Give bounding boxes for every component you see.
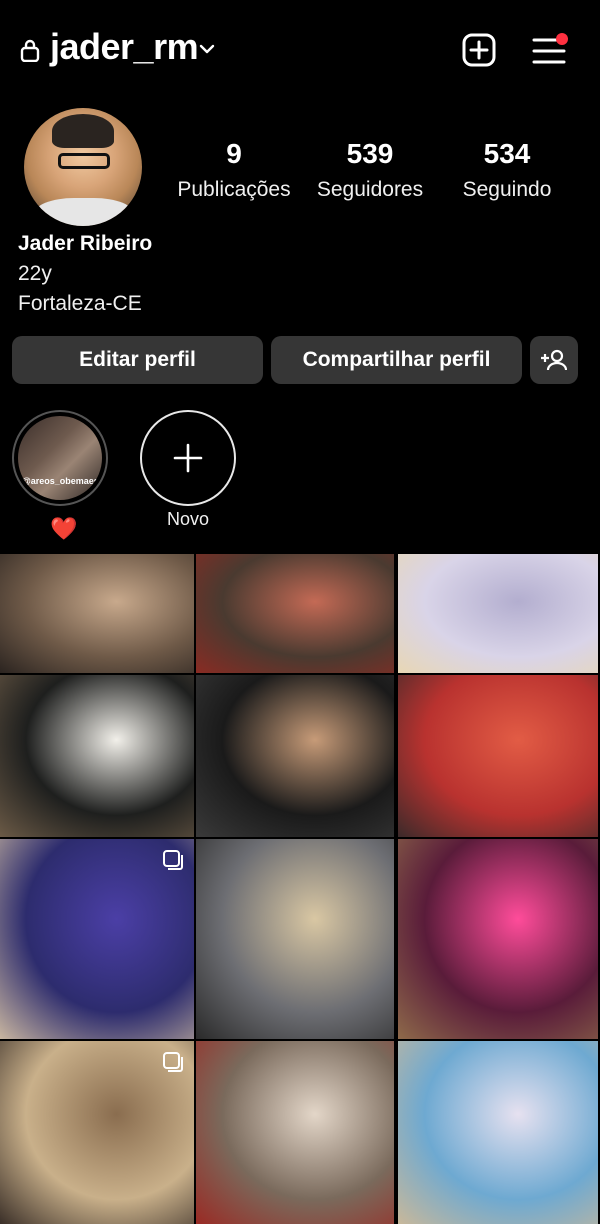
- add-person-icon: [541, 349, 567, 371]
- story-highlight[interactable]: @areos_obemaes to de casal by: [12, 410, 108, 506]
- lock-icon: [20, 39, 40, 62]
- post-thumbnail[interactable]: [0, 675, 194, 837]
- post-thumbnail[interactable]: [196, 554, 394, 673]
- avatar[interactable]: [24, 108, 142, 226]
- bio-line: Fortaleza-CE: [18, 292, 142, 315]
- stat-followers[interactable]: 539 Seguidores: [300, 138, 440, 202]
- post-thumbnail[interactable]: [196, 839, 394, 1039]
- profile-name: Jader Ribeiro: [18, 232, 153, 255]
- post-thumbnail[interactable]: [0, 554, 194, 673]
- new-post-icon[interactable]: [462, 33, 496, 67]
- highlight-label: ❤️: [50, 516, 78, 541]
- discover-people-button[interactable]: [530, 336, 578, 384]
- carousel-icon: [163, 850, 183, 870]
- notification-dot: [556, 33, 568, 45]
- plus-icon: [173, 443, 203, 473]
- stat-label: Publicações: [177, 178, 291, 201]
- stat-value: 539: [346, 138, 394, 169]
- stat-posts[interactable]: 9 Publicações: [164, 138, 304, 202]
- stat-value: 534: [483, 138, 531, 169]
- bio-line: 22y: [18, 262, 52, 285]
- carousel-icon: [163, 1052, 183, 1072]
- new-highlight-label: Novo: [166, 509, 210, 529]
- top-bar: jader_rm: [0, 0, 600, 104]
- share-profile-button[interactable]: Compartilhar perfil: [271, 336, 522, 384]
- avatar-hair: [52, 114, 114, 148]
- stat-label: Seguindo: [462, 178, 552, 201]
- edit-profile-button[interactable]: Editar perfil: [12, 336, 263, 384]
- highlight-image-text: @areos_obemaes to de casal by: [22, 476, 102, 486]
- post-thumbnail[interactable]: [0, 839, 194, 1039]
- avatar-glasses: [58, 153, 110, 169]
- stat-value: 9: [226, 138, 242, 169]
- stat-label: Seguidores: [316, 178, 424, 201]
- post-thumbnail[interactable]: [398, 675, 598, 837]
- post-thumbnail[interactable]: [196, 675, 394, 837]
- avatar-shirt: [34, 198, 134, 226]
- stat-following[interactable]: 534 Seguindo: [437, 138, 577, 202]
- post-thumbnail[interactable]: [398, 554, 598, 673]
- new-highlight-button[interactable]: [140, 410, 236, 506]
- post-thumbnail[interactable]: [0, 1041, 194, 1224]
- username[interactable]: jader_rm: [50, 26, 199, 68]
- post-thumbnail[interactable]: [398, 1041, 598, 1224]
- highlight-cover: @areos_obemaes to de casal by: [18, 416, 102, 500]
- post-thumbnail[interactable]: [398, 839, 598, 1039]
- post-thumbnail[interactable]: [196, 1041, 394, 1224]
- chevron-down-icon[interactable]: [198, 40, 216, 58]
